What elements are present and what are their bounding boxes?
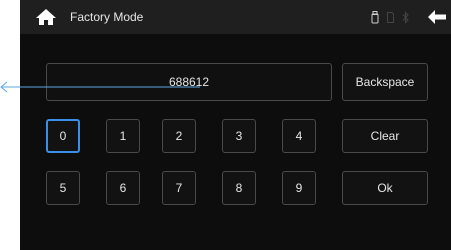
bluetooth-icon (402, 11, 409, 24)
key-3[interactable]: 3 (222, 119, 256, 153)
code-display-value: 688612 (168, 75, 210, 89)
code-display: 688612 (46, 63, 332, 101)
key-6[interactable]: 6 (106, 171, 140, 205)
key-7[interactable]: 7 (162, 171, 196, 205)
top-bar: Factory Mode (20, 0, 451, 34)
back-arrow-icon[interactable] (427, 9, 447, 25)
key-2[interactable]: 2 (162, 119, 196, 153)
page-title: Factory Mode (70, 10, 144, 24)
sd-card-icon (387, 12, 394, 23)
factory-mode-screen: Factory Mode 688612 Backspace 0 1 2 3 4 … (20, 0, 451, 250)
key-9[interactable]: 9 (282, 171, 316, 205)
key-0[interactable]: 0 (46, 119, 80, 153)
key-4[interactable]: 4 (282, 119, 316, 153)
clear-button[interactable]: Clear (342, 119, 428, 153)
usb-icon (371, 11, 379, 24)
home-icon[interactable] (35, 8, 57, 26)
key-8[interactable]: 8 (222, 171, 256, 205)
ok-button[interactable]: Ok (342, 171, 428, 205)
key-1[interactable]: 1 (106, 119, 140, 153)
backspace-button[interactable]: Backspace (342, 63, 428, 101)
key-5[interactable]: 5 (46, 171, 80, 205)
